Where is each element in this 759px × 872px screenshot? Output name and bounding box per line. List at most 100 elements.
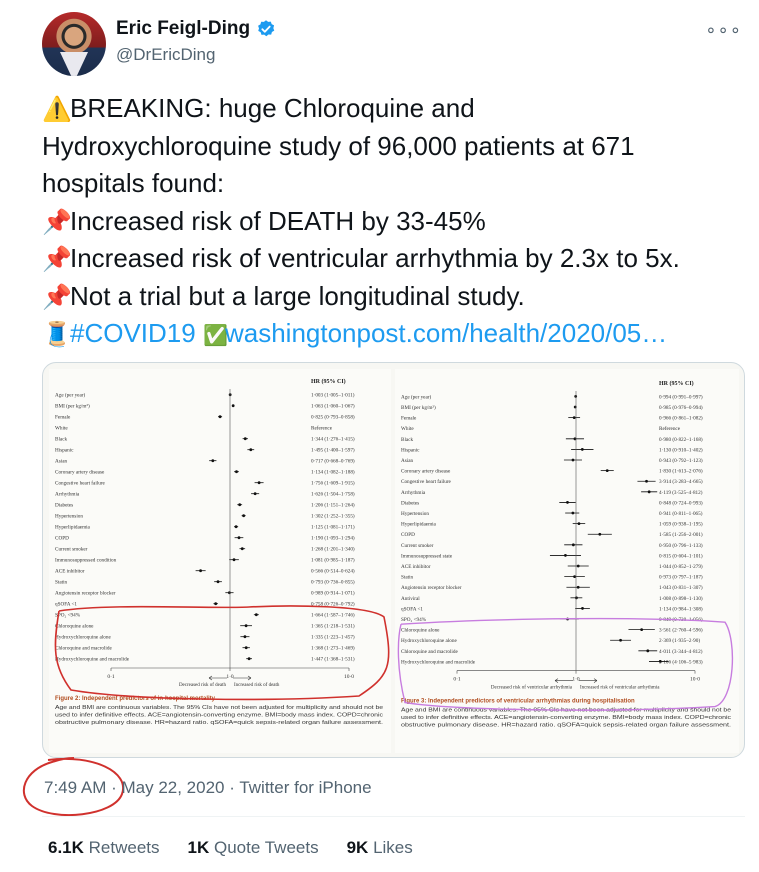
hr-point [566,501,569,504]
hr-point [216,580,220,584]
divider [42,816,745,817]
row-label: Hypertension [55,514,83,520]
tweet-line: hospitals found: [42,165,747,203]
row-label: ACE inhibitor [55,569,85,575]
hr-point [605,469,609,473]
hr-point [231,404,235,408]
row-label: Hypertension [401,511,429,517]
row-hr-value: 0·985 (0·976–0·994) [659,404,703,411]
tweet-header: Eric Feigl-Ding @DrEricDing ∘∘∘ [42,10,742,76]
quote-tweets-stat[interactable]: 1K Quote Tweets [188,838,319,858]
row-hr-value: 1·063 (1·060–1·067) [311,403,355,410]
hr-point [619,638,622,642]
author-name[interactable]: Eric Feigl-Ding [116,18,276,40]
hashtag-link[interactable]: #COVID19 [70,318,196,348]
row-hr-value: 0·994 (0·991–0·997) [659,393,703,400]
likes-label: Likes [373,838,413,857]
quotes-label: Quote Tweets [214,838,319,857]
likes-stat[interactable]: 9K Likes [347,838,413,858]
retweets-stat[interactable]: 6.1K Retweets [48,838,160,858]
hr-point [576,564,580,568]
more-dots-icon[interactable]: ∘∘∘ [705,20,742,41]
forest-plot-arrhythmia: HR (95% CI) Age (per year) 0·994 (0·991–0·… [397,380,734,729]
tweet-line: 📌Increased risk of DEATH by 33-45% [42,203,747,241]
row-label: Chloroquine and macrolide [55,646,112,652]
tweet-text: ⚠️BREAKING: huge Chloroquine and Hydroxy… [42,90,747,353]
row-label: Asian [401,458,414,464]
figure-caption-text: used to infer definitive effects. ACE=an… [401,715,732,721]
hr-point [658,660,662,663]
hr-point [572,416,576,420]
hr-column-header: HR (95% CI) [311,378,346,385]
row-hr-value: 1·008 (0·898–1·130) [659,595,703,602]
figure-caption-text: Age and BMI are continuous variables. Th… [55,705,383,711]
avatar[interactable] [42,12,106,76]
hr-point [228,591,231,595]
axis-left-label: Decreased risk of ventricular arrhythmia [491,686,573,691]
figure-caption-title: Figure 3: Independent predictors of vent… [401,699,635,705]
row-hr-value: 1·344 (1·276–1·415) [311,436,355,443]
row-label: Hydroxychloroquine alone [401,638,457,644]
row-hr-value: 0·566 (0·514–0·624) [311,568,355,575]
x-tick-label: 10·0 [344,674,354,680]
pushpin-icon: 📌 [42,246,72,273]
hr-point [249,448,253,452]
row-label: Female [55,415,71,421]
row-label: Hydroxychloroquine alone [55,635,111,641]
row-label: Coronary artery disease [55,470,105,476]
row-label: Hyperlipidaemia [55,525,91,531]
tweet-line-text: hospitals found: [42,168,225,198]
row-hr-value: 0·950 (0·796–1·133) [659,542,703,549]
x-tick-label: 0·1 [107,674,115,680]
article-link[interactable]: washingtonpost.com/health/2020/05… [225,318,667,348]
row-label: BMI (per kg/m²) [55,403,90,410]
row-hr-value: 2·369 (1·935–2·90) [659,637,700,644]
hr-point [253,492,257,496]
hr-point [242,514,246,518]
row-hr-value: 4·119 (3·525–4·812) [659,489,703,496]
hr-point [598,532,602,536]
retweets-count: 6.1K [48,838,84,857]
tweet-image[interactable]: HR (95% CI) Age (per year) 1·003 (1·005–1·… [42,362,745,758]
hr-point [238,503,242,507]
hr-point [573,575,576,579]
author-handle[interactable]: @DrEricDing [116,45,215,65]
row-label: Black [401,437,414,443]
row-hr-value: 5·106 (4·106–5·983) [659,658,703,665]
author-name-text[interactable]: Eric Feigl-Ding [116,18,250,40]
pushpin-icon: 📌 [42,283,72,311]
row-hr-value: 0·941 (0·811–1·065) [659,510,703,517]
tweet-line: Hydroxychloroquine study of 96,000 patie… [42,128,747,166]
row-hr-value: 3·561 (2·760–4·596) [659,627,703,634]
tweet-line-text: Hydroxychloroquine study of 96,000 patie… [42,130,635,161]
tweet-source[interactable]: Twitter for iPhone [239,778,371,797]
x-tick-label: 1·0 [572,677,580,683]
row-hr-value: Reference [311,425,333,432]
row-hr-value: 1·130 (0·910–1·402) [659,446,703,453]
hr-point [237,536,241,540]
row-label: Hydroxychloroquine and macrolide [55,657,130,663]
check-icon: ✅ [202,325,228,347]
axis-left-label: Decreased risk of death [179,683,227,688]
hr-point [244,646,248,650]
row-label: Age (per year) [55,392,86,399]
row-hr-value: 1·003 (1·005–1·011) [311,392,355,399]
row-label: Statin [55,580,68,586]
figure-mortality: HR (95% CI) Age (per year) 1·003 (1·005–1·… [49,369,391,753]
figure-caption-text: used to infer definitive effects. ACE=an… [55,713,384,719]
row-label: Age (per year) [401,393,432,400]
row-hr-value: 1·447 (1·368–1·531) [311,656,355,663]
hr-point [646,649,650,653]
pushpin-icon: 📌 [42,208,72,236]
row-label: Coronary artery disease [401,469,451,475]
hr-point [647,490,651,494]
tweet-line: 📌Not a trial but a large longitudinal st… [42,278,747,316]
row-hr-value: 0·980 (0·822–1·168) [659,436,703,443]
row-hr-value: 0·966 (0·861–1·082) [659,415,703,422]
verified-badge-icon [258,20,275,37]
row-label: Hispanic [55,448,74,454]
tweet-time[interactable]: 7:49 AM [44,778,106,797]
row-hr-value: 0·815 (0·604–1·101) [659,552,703,559]
row-label: Chloroquine alone [55,624,94,630]
tweet-date[interactable]: May 22, 2020 [121,778,224,797]
